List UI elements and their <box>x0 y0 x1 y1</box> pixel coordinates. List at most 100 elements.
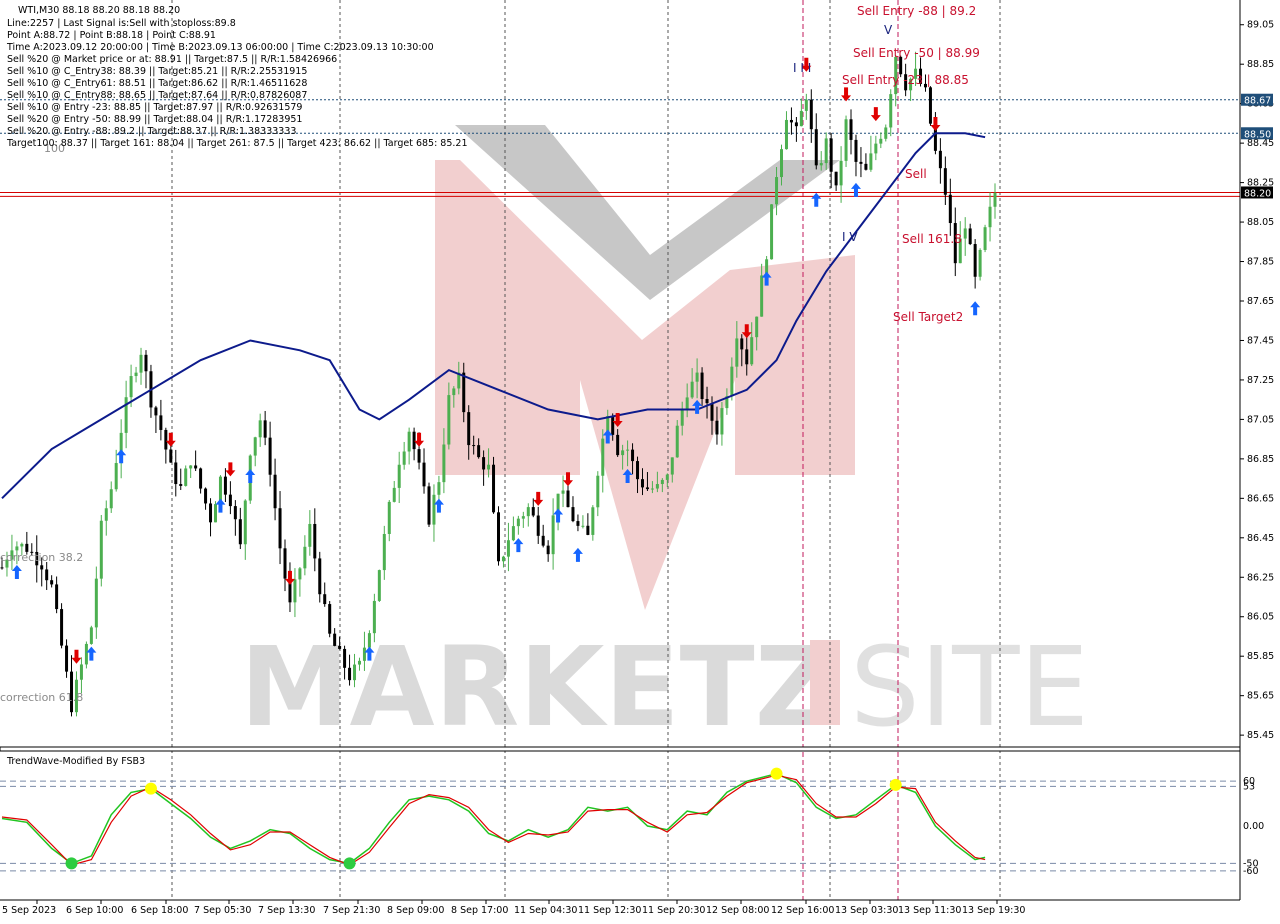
annot-sell: Sell <box>905 167 927 181</box>
annot-sell-entry-50: Sell Entry -50 | 88.99 <box>853 46 980 60</box>
candle-body <box>799 110 803 127</box>
candle-body <box>720 408 724 435</box>
candle-body <box>283 548 287 579</box>
candle-body <box>710 403 714 421</box>
price-tick-label: 86.25 <box>1247 572 1274 583</box>
candle-body <box>526 507 530 517</box>
candle-body <box>506 540 510 557</box>
candle-body <box>874 143 878 154</box>
time-tick-label: 8 Sep 09:00 <box>387 905 444 916</box>
info-line: Sell %10 @ Entry -23: 88.85 || Target:87… <box>7 102 302 113</box>
candle-body <box>561 490 565 494</box>
candle-body <box>655 484 659 489</box>
candle-body <box>134 372 138 377</box>
candle-body <box>829 138 833 172</box>
annot-correction-38: correction 38.2 <box>0 551 83 564</box>
candle-body <box>541 535 545 546</box>
candle-body <box>243 500 247 545</box>
candle-body <box>467 412 471 446</box>
candle-body <box>318 558 322 595</box>
candle-body <box>501 556 505 562</box>
annot-sell-entry-88: Sell Entry -88 | 89.2 <box>857 4 976 18</box>
price-tick-label: 86.85 <box>1247 454 1274 465</box>
candle-body <box>700 372 704 400</box>
candle-body <box>854 139 858 162</box>
candle-body <box>516 518 520 527</box>
candle-body <box>839 160 843 186</box>
candle-body <box>497 512 500 562</box>
candle-body <box>253 437 257 456</box>
candle-body <box>571 507 575 522</box>
candle-body <box>333 633 337 646</box>
candle-body <box>770 204 774 260</box>
price-tick-label: 85.85 <box>1247 651 1274 662</box>
candle-body <box>124 397 128 433</box>
candle-body <box>760 275 764 317</box>
candle-body <box>869 153 873 170</box>
candle-body <box>804 99 808 111</box>
candle-body <box>437 482 441 495</box>
info-line: Time A:2023.09.12 20:00:00 | Time B:2023… <box>6 42 434 53</box>
candle-body <box>184 468 188 486</box>
candle-body <box>675 425 679 458</box>
panel-separator <box>0 746 1241 752</box>
candle-body <box>298 568 302 580</box>
candle-body <box>596 475 600 508</box>
candle-body <box>65 645 69 672</box>
candle-body <box>864 163 868 170</box>
annot-correction-61: correction 61.8 <box>0 691 83 704</box>
osc-tick-label: 0.00 <box>1243 821 1264 832</box>
time-tick-label: 11 Sep 04:30 <box>514 905 577 916</box>
candle-body <box>660 479 664 485</box>
candle-body <box>55 584 59 610</box>
candle-body <box>40 565 44 570</box>
candle-body <box>824 138 828 164</box>
candle-body <box>79 664 83 680</box>
candle-body <box>169 449 173 463</box>
price-tick-label: 87.25 <box>1247 375 1274 386</box>
candle-body <box>278 508 282 549</box>
candle-body <box>179 484 183 486</box>
time-tick-label: 8 Sep 17:00 <box>451 905 508 916</box>
price-tick-label: 85.45 <box>1247 730 1274 741</box>
watermark-divider <box>810 640 840 725</box>
candle-body <box>730 366 734 397</box>
candle-body <box>228 494 232 507</box>
candle-body <box>978 249 982 277</box>
candle-body <box>357 660 361 665</box>
time-tick-label: 6 Sep 18:00 <box>131 905 188 916</box>
candle-body <box>258 420 262 438</box>
candle-body <box>650 488 654 490</box>
time-tick-label: 13 Sep 19:30 <box>962 905 1025 916</box>
trading-chart[interactable]: MARKETZ SITE Sell Entry -88 | 89.2 Sell … <box>0 0 1280 920</box>
candle-body <box>705 399 709 404</box>
candle-body <box>45 569 49 581</box>
info-line: Sell %10 @ C_Entry38: 88.39 || Target:85… <box>7 66 307 77</box>
candle-body <box>695 372 699 382</box>
price-tick-label: 87.85 <box>1247 257 1274 268</box>
price-badge-label: 88.50 <box>1244 129 1271 140</box>
osc-signal-dot <box>889 778 902 791</box>
osc-tick-label: 53 <box>1243 781 1255 792</box>
price-tick-label: 85.65 <box>1247 691 1274 702</box>
candle-body <box>223 476 227 495</box>
price-tick-label: 89.05 <box>1247 20 1274 31</box>
annot-wave-iv: I V <box>842 230 858 244</box>
osc-signal-dot <box>343 857 356 870</box>
candle-body <box>492 464 496 513</box>
osc-signal-dot <box>770 767 783 780</box>
candle-body <box>943 168 947 195</box>
candle-body <box>591 507 595 535</box>
candle-body <box>472 445 476 447</box>
candle-body <box>938 150 942 169</box>
candle-body <box>154 407 158 416</box>
candle-body <box>442 444 446 483</box>
candle-body <box>209 503 213 523</box>
candle-body <box>859 161 863 164</box>
price-badge-label: 88.67 <box>1244 96 1271 107</box>
candle-body <box>884 127 888 139</box>
candle-body <box>273 474 277 509</box>
candle-body <box>174 462 178 485</box>
candle-body <box>268 437 272 475</box>
candle-body <box>204 488 208 504</box>
